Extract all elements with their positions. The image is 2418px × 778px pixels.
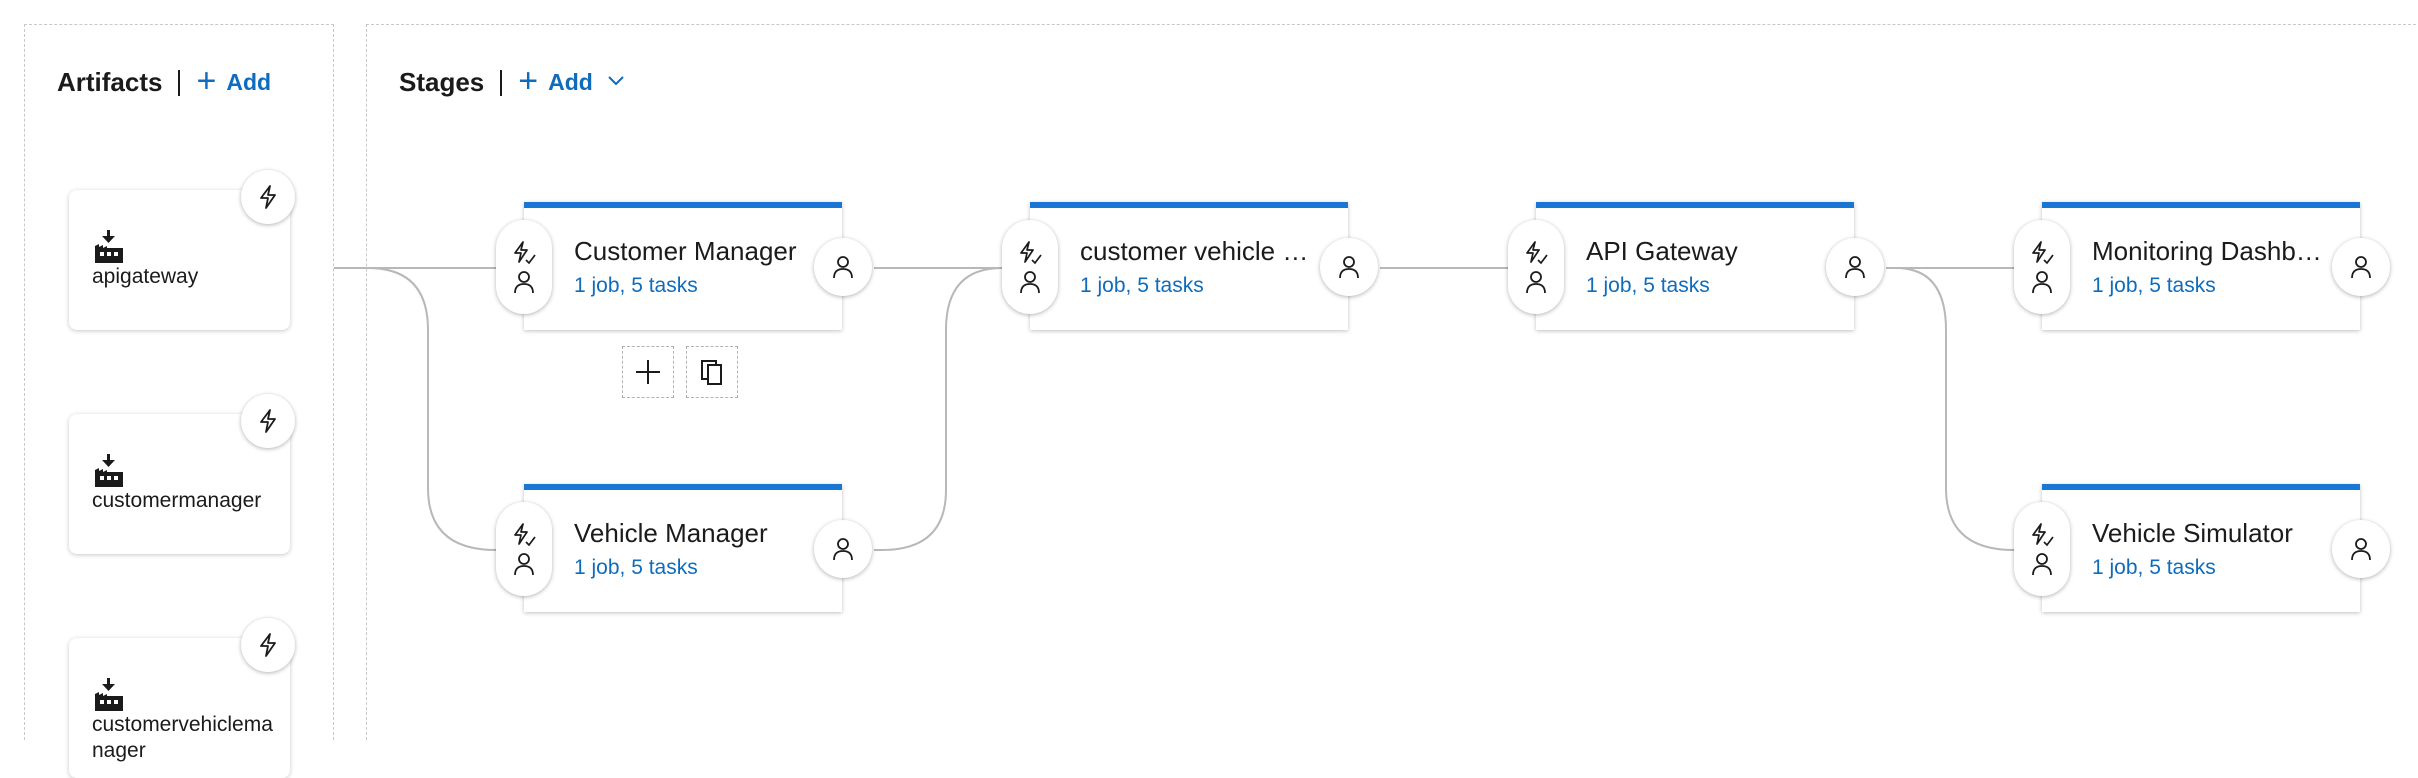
stages-title: Stages <box>399 67 485 97</box>
trigger-lightning-icon <box>2029 522 2055 548</box>
stage-card-customer-manager[interactable]: Customer Manager 1 job, 5 tasks <box>496 202 872 330</box>
pre-deployment-conditions-button[interactable] <box>496 220 552 314</box>
stage-job-summary-link[interactable]: 1 job, 5 tasks <box>2092 274 2216 298</box>
artifact-name: apigateway <box>92 265 199 288</box>
pre-deployment-conditions-button[interactable] <box>1002 220 1058 314</box>
post-deployment-conditions-button[interactable] <box>814 238 872 296</box>
build-artifact-icon <box>93 230 125 264</box>
stage-job-summary-link[interactable]: 1 job, 5 tasks <box>574 556 698 580</box>
approver-person-icon <box>832 255 854 279</box>
continuous-deployment-trigger-button[interactable] <box>241 394 295 448</box>
pre-deployment-conditions-button[interactable] <box>2014 220 2070 314</box>
stage-name: Monitoring Dashboard <box>2092 236 2332 266</box>
post-deployment-conditions-button[interactable] <box>1320 238 1378 296</box>
trigger-lightning-icon <box>511 240 537 266</box>
stage-name: API Gateway <box>1586 236 1738 266</box>
approver-person-icon <box>513 552 535 576</box>
approver-person-icon <box>1525 270 1547 294</box>
clone-stage-button[interactable] <box>686 346 738 398</box>
artifact-name: customermanager <box>92 489 262 512</box>
lightning-icon <box>257 184 279 210</box>
add-artifact-button[interactable]: + Add <box>196 64 272 98</box>
header-divider <box>178 69 181 96</box>
stage-name: Vehicle Simulator <box>2092 518 2293 548</box>
stage-card-vehicle-simulator[interactable]: Vehicle Simulator 1 job, 5 tasks <box>2014 484 2390 612</box>
approver-person-icon <box>1019 270 1041 294</box>
plus-icon <box>634 358 662 386</box>
trigger-lightning-icon <box>1017 240 1043 266</box>
stage-job-summary-link[interactable]: 1 job, 5 tasks <box>1080 274 1204 298</box>
stage-name: customer vehicle manager <box>1080 236 1320 266</box>
post-deployment-conditions-button[interactable] <box>2332 520 2390 578</box>
pre-deployment-conditions-button[interactable] <box>1508 220 1564 314</box>
approver-person-icon <box>1844 255 1866 279</box>
lightning-icon <box>257 408 279 434</box>
stage-job-summary-link[interactable]: 1 job, 5 tasks <box>2092 556 2216 580</box>
add-stage-after-button[interactable] <box>622 346 674 398</box>
add-stage-button[interactable]: + Add <box>518 64 625 98</box>
post-deployment-conditions-button[interactable] <box>814 520 872 578</box>
artifacts-title: Artifacts <box>57 67 163 97</box>
approver-person-icon <box>2031 552 2053 576</box>
artifact-card[interactable]: customervehiclemanager <box>69 618 295 778</box>
approver-person-icon <box>2350 255 2372 279</box>
build-artifact-icon <box>93 454 125 488</box>
stage-name: Vehicle Manager <box>574 518 768 548</box>
approver-person-icon <box>1338 255 1360 279</box>
copy-icon <box>699 358 725 386</box>
build-artifact-icon <box>93 678 125 712</box>
plus-icon: + <box>518 61 539 100</box>
pre-deployment-conditions-button[interactable] <box>496 502 552 596</box>
approver-person-icon <box>832 537 854 561</box>
trigger-lightning-icon <box>1523 240 1549 266</box>
approver-person-icon <box>2350 537 2372 561</box>
trigger-lightning-icon <box>511 522 537 548</box>
header-divider <box>500 69 503 96</box>
artifact-card[interactable]: customermanager <box>69 394 295 554</box>
pre-deployment-conditions-button[interactable] <box>2014 502 2070 596</box>
artifacts-header: Artifacts + Add <box>57 64 272 98</box>
add-stage-label: Add <box>548 69 593 95</box>
plus-icon: + <box>196 61 217 100</box>
chevron-down-icon <box>607 75 625 87</box>
approver-person-icon <box>2031 270 2053 294</box>
artifact-card[interactable]: apigateway <box>69 170 295 330</box>
trigger-lightning-icon <box>2029 240 2055 266</box>
stages-header: Stages + Add <box>399 64 625 98</box>
artifact-name: customervehiclemanager <box>92 713 273 762</box>
stage-job-summary-link[interactable]: 1 job, 5 tasks <box>574 274 698 298</box>
add-artifact-label: Add <box>226 69 272 95</box>
lightning-icon <box>257 632 279 658</box>
stage-job-summary-link[interactable]: 1 job, 5 tasks <box>1586 274 1710 298</box>
stage-card-customer-vehicle-manager[interactable]: customer vehicle manager 1 job, 5 tasks <box>1002 202 1378 330</box>
continuous-deployment-trigger-button[interactable] <box>241 618 295 672</box>
stage-name: Customer Manager <box>574 236 797 266</box>
stage-card-vehicle-manager[interactable]: Vehicle Manager 1 job, 5 tasks <box>496 484 872 612</box>
continuous-deployment-trigger-button[interactable] <box>241 170 295 224</box>
approver-person-icon <box>513 270 535 294</box>
post-deployment-conditions-button[interactable] <box>2332 238 2390 296</box>
stage-card-monitoring-dashboard[interactable]: Monitoring Dashboard 1 job, 5 tasks <box>2014 202 2390 330</box>
stage-card-api-gateway[interactable]: API Gateway 1 job, 5 tasks <box>1508 202 1884 330</box>
post-deployment-conditions-button[interactable] <box>1826 238 1884 296</box>
